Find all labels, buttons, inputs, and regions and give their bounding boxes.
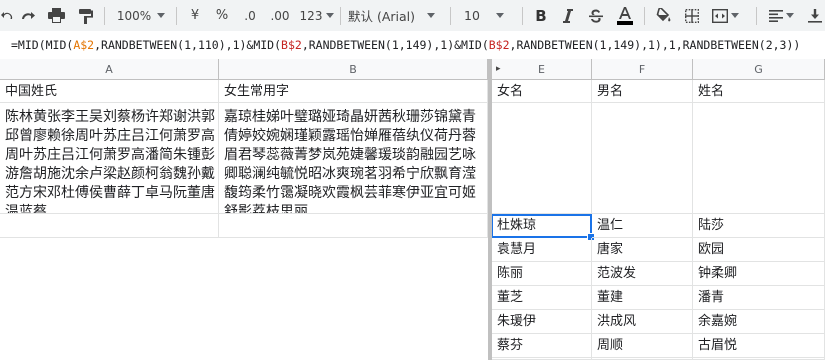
cell-g6[interactable]: 潘青 <box>693 286 825 310</box>
font-size-value: 10 <box>464 8 480 23</box>
vertical-align-icon[interactable] <box>804 0 825 31</box>
cell-f4[interactable]: 唐家 <box>592 238 693 262</box>
formula-text-part: ,RANDBETWEEN(1,110),1)&MID( <box>94 38 282 52</box>
cell-e1[interactable]: 女名 <box>492 80 592 103</box>
chevron-down-icon <box>495 13 504 18</box>
expand-columns-icon[interactable]: ▸ <box>496 59 501 80</box>
cell-b3[interactable] <box>219 214 488 238</box>
column-header-a[interactable]: A <box>0 59 219 80</box>
formula-text-part: ,RANDBETWEEN(1,149),1),1,RANDBETWEEN(2,3… <box>509 38 801 52</box>
text-color-icon[interactable] <box>612 0 638 31</box>
zoom-select[interactable]: 100% <box>112 0 170 31</box>
formula-ref-b2: B$2 <box>488 38 510 52</box>
zoom-value: 100% <box>116 8 152 23</box>
formula-text-part: =MID(MID( <box>11 38 74 52</box>
cell-g4[interactable]: 欧园 <box>693 238 825 262</box>
borders-icon[interactable] <box>680 0 704 31</box>
cell-f2[interactable] <box>592 103 693 214</box>
decrease-decimal-label: .0 <box>244 8 256 23</box>
cell-e3-selected[interactable]: 杜姝琼 <box>491 214 592 238</box>
horizontal-align-icon[interactable] <box>764 0 798 31</box>
cell-e5[interactable]: 陈丽 <box>492 262 592 286</box>
more-formats-select[interactable]: 123 <box>297 0 337 31</box>
cell-f5[interactable]: 范波发 <box>592 262 693 286</box>
cell-a3[interactable] <box>0 214 219 238</box>
cell-f3[interactable]: 温仁 <box>592 214 693 238</box>
formula-ref-b2: B$2 <box>281 38 302 52</box>
cell-f1[interactable]: 男名 <box>592 80 693 103</box>
spreadsheet-grid: A B ▸ E F G 中国姓氏 女生常用字 女名 男名 姓名 陈林黄张李王吴刘… <box>0 59 825 360</box>
cell-b2[interactable]: 嘉琼桂娣叶璧璐娅琦晶妍茜秋珊莎锦黛青倩婷姣婉娴瑾颖露瑶怡婵雁蓓纨仪荷丹蓉眉君琴蕊… <box>219 103 488 214</box>
italic-icon[interactable] <box>556 0 580 31</box>
decrease-decimal-button[interactable]: .0 <box>238 0 262 31</box>
cell-e8[interactable]: 蔡芬 <box>492 334 592 358</box>
font-family-select[interactable]: 默认 (Arial) <box>348 0 444 31</box>
chevron-down-icon <box>730 13 739 18</box>
column-header-b[interactable]: B <box>219 59 488 80</box>
fill-color-icon[interactable] <box>652 0 676 31</box>
cell-g7[interactable]: 余嘉婉 <box>693 310 825 334</box>
paint-format-icon[interactable] <box>74 0 98 31</box>
column-header-g[interactable]: G <box>693 59 825 80</box>
percent-format-button[interactable]: % <box>210 0 234 31</box>
formula-text-part: ,RANDBETWEEN(1,149),1)&MID( <box>301 38 489 52</box>
currency-format-button[interactable]: ¥ <box>184 0 206 31</box>
increase-decimal-button[interactable]: .00 <box>264 0 296 31</box>
cell-b1[interactable]: 女生常用字 <box>219 80 488 103</box>
frozen-column-divider[interactable] <box>488 59 492 360</box>
undo-icon[interactable] <box>0 0 14 31</box>
cell-g2[interactable] <box>693 103 825 214</box>
strikethrough-icon[interactable] <box>584 0 608 31</box>
merge-cells-icon[interactable] <box>708 0 742 31</box>
cell-f7[interactable]: 洪成风 <box>592 310 693 334</box>
cell-g3[interactable]: 陆莎 <box>693 214 825 238</box>
chevron-down-icon <box>427 13 436 18</box>
cell-a2[interactable]: 陈林黄张李王吴刘蔡杨许郑谢洪郭邱曾廖赖徐周叶苏庄吕江何萧罗高周叶苏庄吕江何萧罗高… <box>0 103 219 214</box>
more-formats-label: 123 <box>299 8 323 23</box>
cell-e6[interactable]: 董芝 <box>492 286 592 310</box>
font-family-value: 默认 (Arial) <box>348 9 416 24</box>
cell-a1[interactable]: 中国姓氏 <box>0 80 219 103</box>
column-header-e-label: E <box>538 63 545 76</box>
cell-e7[interactable]: 朱瑗伊 <box>492 310 592 334</box>
formula-ref-a2: A$2 <box>73 38 95 52</box>
increase-decimal-label: .00 <box>270 8 290 23</box>
cell-g5[interactable]: 钟柔卿 <box>693 262 825 286</box>
column-header-f[interactable]: F <box>592 59 693 80</box>
chevron-down-icon <box>785 13 794 18</box>
cell-e2[interactable] <box>492 103 592 214</box>
cell-f6[interactable]: 董建 <box>592 286 693 310</box>
cell-g8[interactable]: 古眉悦 <box>693 334 825 358</box>
font-size-select[interactable]: 10 <box>458 0 518 31</box>
cell-e4[interactable]: 袁慧月 <box>492 238 592 262</box>
cell-f8[interactable]: 周顺 <box>592 334 693 358</box>
bold-button[interactable]: B <box>530 0 552 31</box>
column-header-e[interactable]: ▸ E <box>492 59 592 80</box>
toolbar: 100% ¥ % .0 .00 123 默认 (Arial) 10 B <box>0 0 825 31</box>
formula-bar[interactable]: =MID(MID(A$2,RANDBETWEEN(1,110),1)&MID(B… <box>0 31 825 60</box>
cell-g1[interactable]: 姓名 <box>693 80 825 103</box>
chevron-down-icon <box>157 13 166 18</box>
print-icon[interactable] <box>44 0 68 31</box>
chevron-down-icon <box>326 13 335 18</box>
redo-icon[interactable] <box>16 0 40 31</box>
